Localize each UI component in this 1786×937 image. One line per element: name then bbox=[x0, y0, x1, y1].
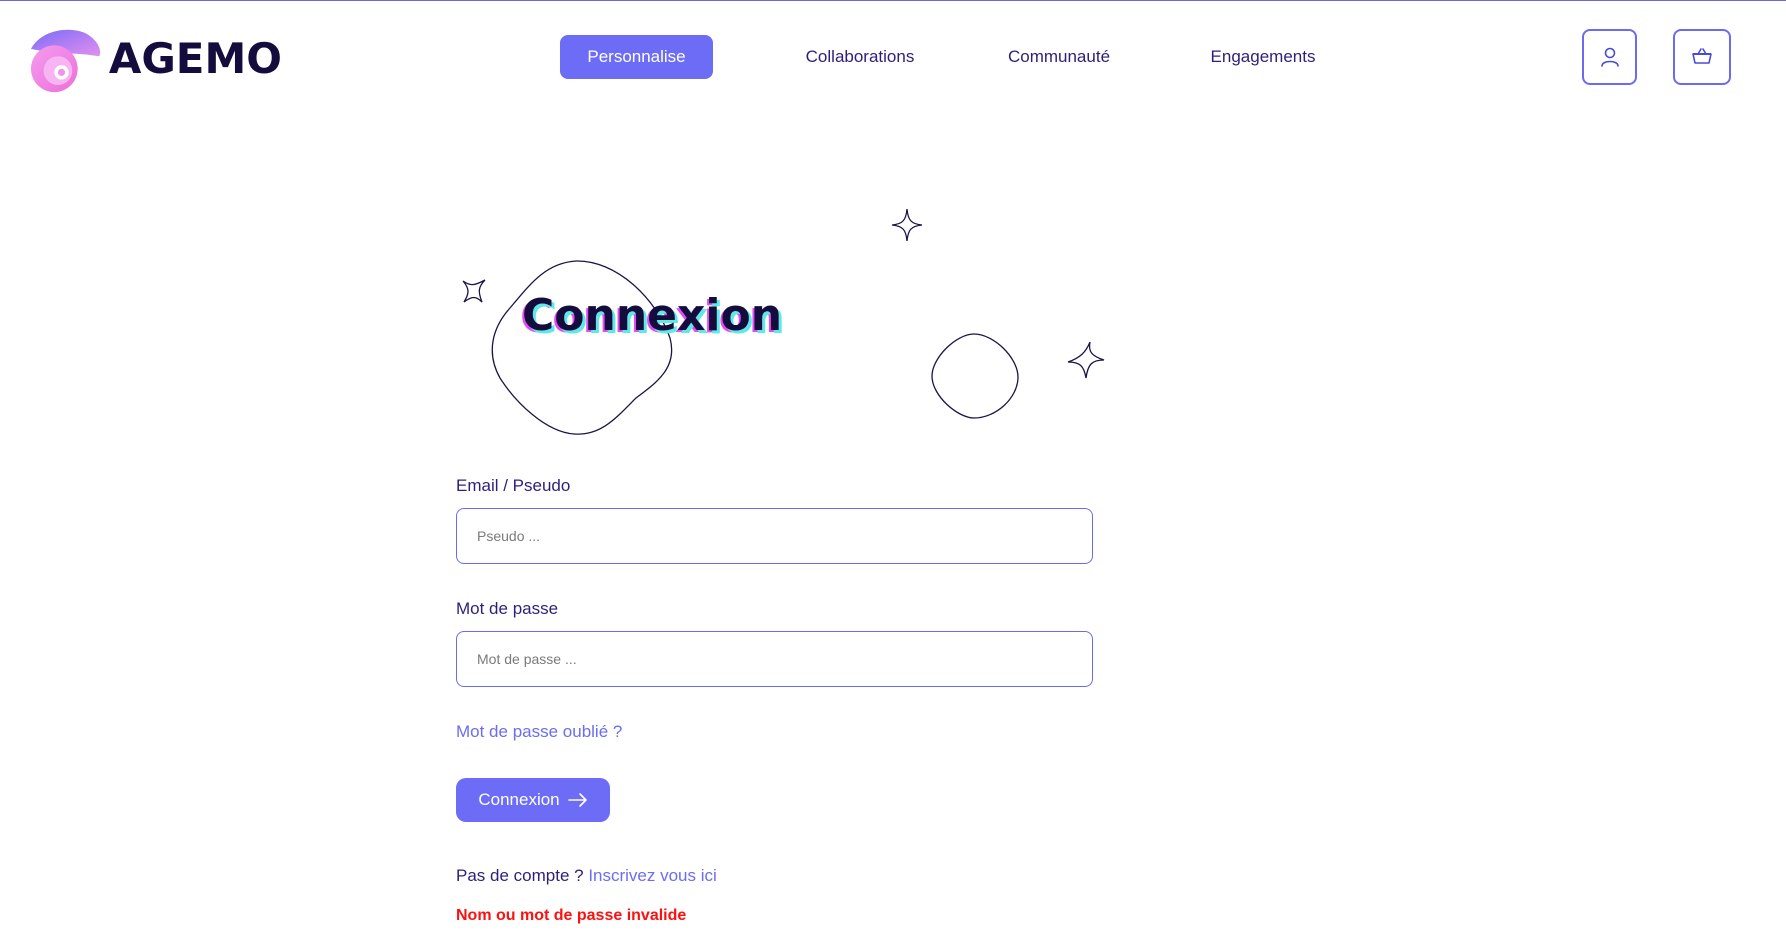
main-nav: Personnalise Collaborations Communauté E… bbox=[0, 35, 1786, 79]
register-link[interactable]: Inscrivez vous ici bbox=[588, 866, 716, 885]
sparkle-icon bbox=[1067, 341, 1105, 379]
basket-icon bbox=[1692, 48, 1712, 64]
sparkle-icon bbox=[891, 208, 923, 242]
nav-item-communaute[interactable]: Communauté bbox=[997, 35, 1121, 79]
blob-shape-small bbox=[931, 333, 1019, 419]
register-prompt: Pas de compte ? Inscrivez vous ici bbox=[456, 866, 717, 886]
password-field-wrapper bbox=[456, 631, 1093, 687]
login-button[interactable]: Connexion bbox=[456, 778, 610, 822]
cart-button[interactable] bbox=[1673, 29, 1731, 85]
arrow-right-icon bbox=[567, 793, 587, 807]
nav-item-collaborations[interactable]: Collaborations bbox=[795, 35, 925, 79]
error-message: Nom ou mot de passe invalide bbox=[456, 907, 687, 924]
page-title: Connexion bbox=[522, 290, 783, 341]
login-button-label: Connexion bbox=[478, 790, 560, 809]
password-field[interactable] bbox=[457, 632, 1092, 686]
email-field-wrapper bbox=[456, 508, 1093, 564]
blob-shape bbox=[491, 260, 673, 435]
forgot-password-link[interactable]: Mot de passe oublié ? bbox=[456, 722, 622, 742]
user-icon bbox=[1600, 47, 1619, 67]
email-label: Email / Pseudo bbox=[456, 476, 571, 495]
email-field[interactable] bbox=[457, 509, 1092, 563]
password-label: Mot de passe bbox=[456, 599, 559, 618]
sparkle-icon bbox=[462, 279, 486, 303]
nav-item-personnalise[interactable]: Personnalise bbox=[560, 35, 713, 79]
no-account-text: Pas de compte ? bbox=[456, 866, 584, 885]
account-button[interactable] bbox=[1582, 29, 1637, 85]
nav-item-engagements[interactable]: Engagements bbox=[1196, 35, 1330, 79]
top-border bbox=[0, 0, 1786, 1]
